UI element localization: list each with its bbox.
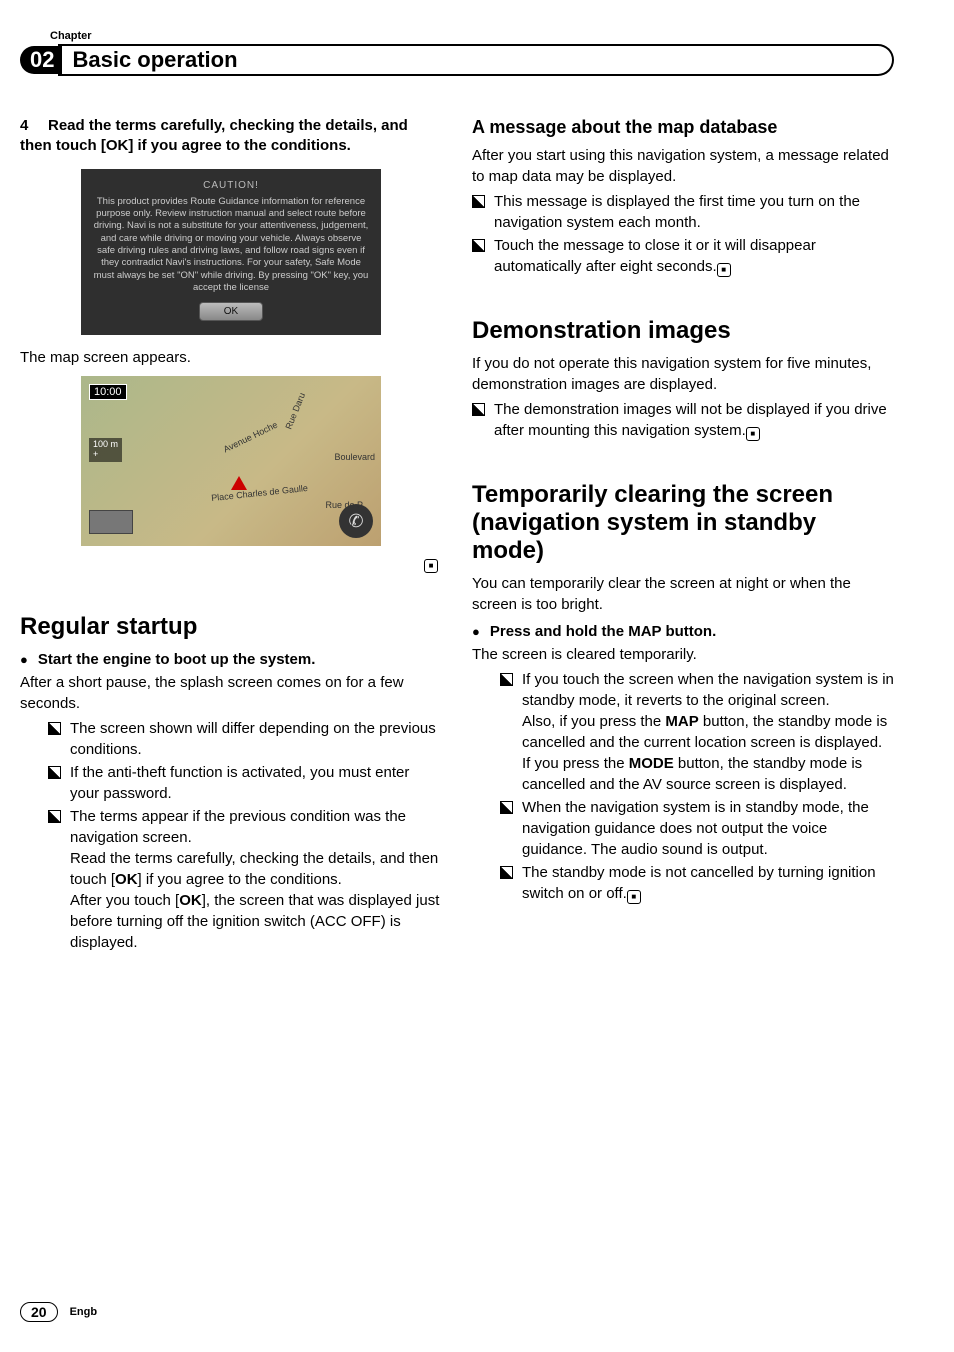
standby-notes: If you touch the screen when the navigat… xyxy=(500,669,894,904)
list-item: The terms appear if the previous conditi… xyxy=(48,806,442,953)
list-item: If the anti-theft function is activated,… xyxy=(48,762,442,804)
map-appears-text: The map screen appears. xyxy=(20,347,442,368)
map-screenshot: 10:00 100 m+ ✆ Boulevard Place Charles d… xyxy=(81,376,381,546)
press-map-bullet: Press and hold the MAP button. xyxy=(472,621,894,642)
caution-dialog: CAUTION! This product provides Route Gui… xyxy=(81,169,381,336)
right-column: A message about the map database After y… xyxy=(472,116,894,955)
chapter-header: 02 Basic operation xyxy=(20,44,894,76)
demo-notes: The demonstration images will not be dis… xyxy=(472,399,894,441)
standby-intro: You can temporarily clear the screen at … xyxy=(472,573,894,615)
regular-startup-heading: Regular startup xyxy=(20,613,442,641)
chapter-title: Basic operation xyxy=(58,44,894,76)
page-number-badge: 20 xyxy=(20,1302,58,1322)
list-item: The screen shown will differ depending o… xyxy=(48,718,442,760)
section-end-icon: ■ xyxy=(746,427,760,441)
list-item: The demonstration images will not be dis… xyxy=(472,399,894,441)
chapter-label: Chapter xyxy=(50,30,894,42)
start-engine-bullet: Start the engine to boot up the system. xyxy=(20,649,442,670)
list-item: Touch the message to close it or it will… xyxy=(472,235,894,277)
step-4-heading: 4Read the terms carefully, checking the … xyxy=(20,116,442,157)
language-label: Engb xyxy=(70,1306,98,1318)
list-item: The standby mode is not cancelled by tur… xyxy=(500,862,894,904)
section-end-icon: ■ xyxy=(424,559,438,573)
caution-body: This product provides Route Guidance inf… xyxy=(91,196,371,295)
list-item: This message is displayed the first time… xyxy=(472,191,894,233)
standby-result: The screen is cleared temporarily. xyxy=(472,644,894,665)
map-street-labels: Boulevard Place Charles de Gaulle Rue Da… xyxy=(81,376,381,546)
caution-title: CAUTION! xyxy=(91,179,371,192)
ok-button[interactable]: OK xyxy=(199,302,263,321)
standby-heading: Temporarily clearing the screen (navigat… xyxy=(472,481,894,565)
demo-intro: If you do not operate this navigation sy… xyxy=(472,353,894,395)
splash-intro: After a short pause, the splash screen c… xyxy=(20,672,442,714)
left-column: 4Read the terms carefully, checking the … xyxy=(20,116,442,955)
map-database-intro: After you start using this navigation sy… xyxy=(472,145,894,187)
section-end-icon: ■ xyxy=(627,890,641,904)
chapter-number-badge: 02 xyxy=(20,46,62,74)
list-item: When the navigation system is in standby… xyxy=(500,797,894,860)
step-number: 4 xyxy=(20,116,48,136)
map-database-heading: A message about the map database xyxy=(472,116,894,139)
page-footer: 20 Engb xyxy=(20,1302,97,1322)
map-database-notes: This message is displayed the first time… xyxy=(472,191,894,277)
regular-startup-notes: The screen shown will differ depending o… xyxy=(48,718,442,953)
demonstration-images-heading: Demonstration images xyxy=(472,317,894,345)
list-item: If you touch the screen when the navigat… xyxy=(500,669,894,795)
section-end-icon: ■ xyxy=(717,263,731,277)
